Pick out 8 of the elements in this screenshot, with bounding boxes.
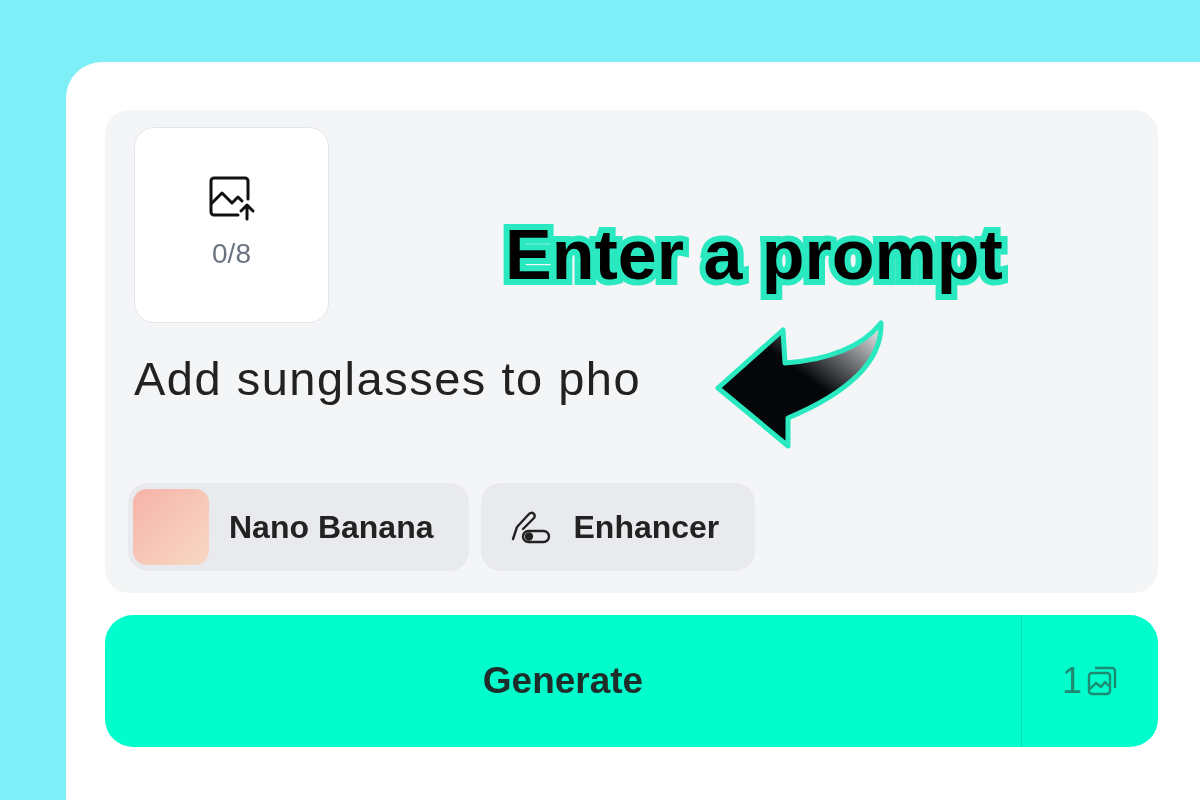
image-upload-tile[interactable]: 0/8 [134,127,329,323]
generate-button[interactable]: Generate 1 [105,615,1158,747]
images-icon [1086,665,1118,697]
model-selector[interactable]: Nano Banana [128,483,470,571]
image-upload-icon [207,175,256,221]
upload-count: 0/8 [212,237,251,271]
image-count: 1 [1062,659,1082,703]
enhancer-button[interactable]: Enhancer [481,483,756,571]
